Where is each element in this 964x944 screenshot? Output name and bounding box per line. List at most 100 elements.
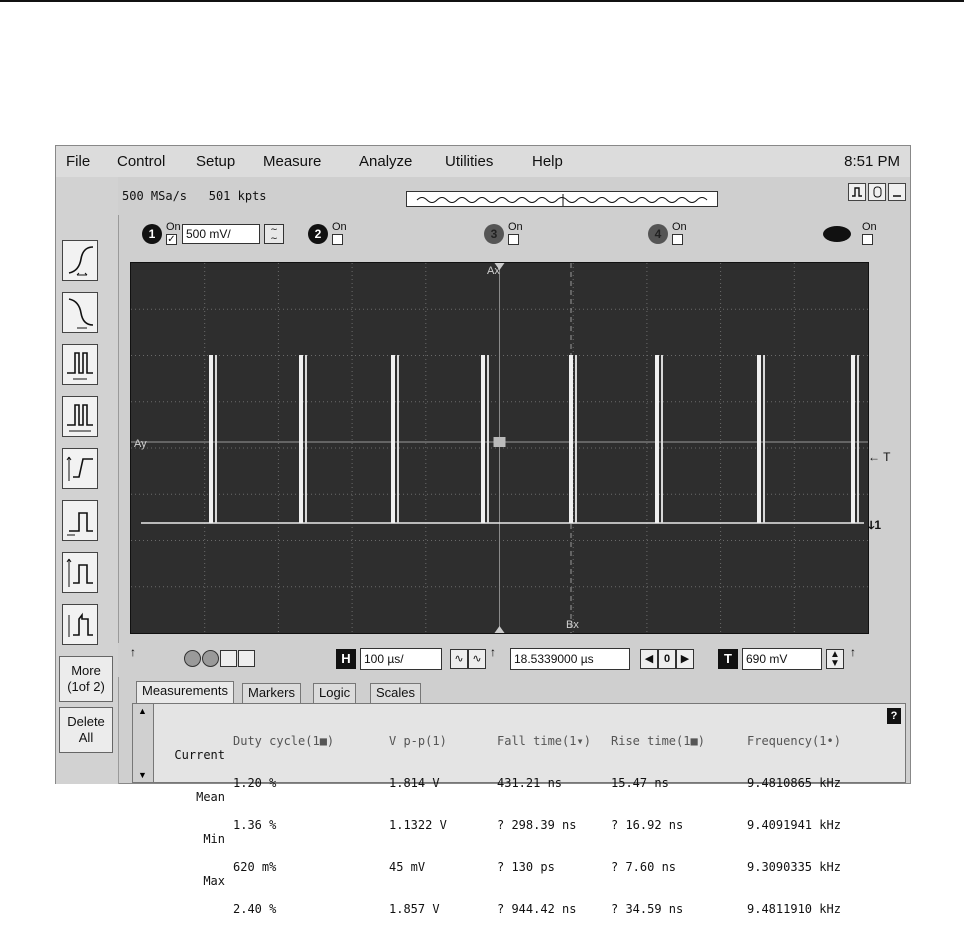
- delete-all-button[interactable]: Delete All: [59, 707, 113, 753]
- overview-waveform-icon: [416, 194, 708, 206]
- menu-bar: File Control Setup Measure Analyze Utili…: [56, 146, 910, 178]
- rise-time-button[interactable]: [62, 448, 98, 489]
- period-icon: [67, 404, 93, 432]
- minimize-icon[interactable]: [888, 183, 906, 201]
- fall-time-column: Fall time(1▾) 431.21 ns ? 298.39 ns ? 13…: [497, 734, 591, 916]
- marker-ax-top: Ax: [487, 265, 500, 277]
- marker-ay-left: Ay: [134, 438, 147, 450]
- falling-edge-trigger-button[interactable]: [62, 292, 98, 333]
- horizontal-scale-down[interactable]: ∿: [450, 649, 468, 669]
- horizontal-label: H: [336, 649, 356, 669]
- horizontal-scale-field[interactable]: 100 µs/: [360, 648, 442, 670]
- pulse-3: [391, 355, 395, 523]
- amplitude-button[interactable]: [62, 552, 98, 593]
- tab-measurements[interactable]: Measurements: [136, 681, 234, 703]
- pan-left-button[interactable]: ◀: [640, 649, 658, 669]
- pulse-edge-5: [575, 355, 577, 523]
- overshoot-icon: [68, 612, 93, 637]
- menu-help[interactable]: Help: [532, 153, 563, 170]
- channel-4-on-checkbox[interactable]: [672, 234, 683, 245]
- marker-bx: Bx: [566, 619, 579, 631]
- tab-markers[interactable]: Markers: [242, 683, 301, 703]
- stop-icon[interactable]: [202, 650, 219, 667]
- tab-logic[interactable]: Logic: [313, 683, 357, 703]
- menu-file[interactable]: File: [66, 153, 90, 170]
- math-function-icon[interactable]: [823, 226, 851, 242]
- menu-control[interactable]: Control: [117, 153, 165, 170]
- oscilloscope-window: File Control Setup Measure Analyze Utili…: [55, 145, 911, 916]
- vpp-column: V p-p(1) 1.814 V 1.1322 V 45 mV 1.857 V: [389, 734, 447, 916]
- scroll-up-icon[interactable]: ▲: [138, 706, 147, 716]
- math-on-checkbox[interactable]: [862, 234, 873, 245]
- print-icon[interactable]: [238, 650, 255, 667]
- arrow-up-icon: ↑: [130, 645, 136, 659]
- more-button[interactable]: More (1of 2): [59, 656, 113, 702]
- menu-measure[interactable]: Measure: [263, 153, 321, 170]
- channel-2-on-label: On: [332, 221, 347, 233]
- timebase-control-row: ↑ H 100 µs/ ∿ ∿ ↑ 18.5339000 µs ◀ 0 ▶ T …: [118, 643, 910, 677]
- trigger-level-spinner[interactable]: ▲ ▼: [826, 649, 844, 669]
- rising-edge-icon: [68, 246, 94, 276]
- clock: 8:51 PM: [844, 153, 900, 170]
- pulse-width-icon: [67, 352, 93, 380]
- channel-1-scale-spinner[interactable]: ∼ ∼: [264, 224, 284, 244]
- delay-arrow-icon: ↑: [490, 645, 496, 659]
- run-icon[interactable]: [184, 650, 201, 667]
- rising-edge-trigger-button[interactable]: [62, 240, 98, 281]
- pulse-edge-2: [305, 355, 307, 523]
- pulse-8: [851, 355, 855, 523]
- waveform-display[interactable]: Ax Ay Bx: [130, 262, 869, 634]
- pulse-2: [299, 355, 303, 523]
- pulse-edge-3: [397, 355, 399, 523]
- channel-2-icon[interactable]: 2: [308, 224, 328, 244]
- menu-setup[interactable]: Setup: [196, 153, 235, 170]
- overshoot-button[interactable]: [62, 604, 98, 645]
- channel-3-icon[interactable]: 3: [484, 224, 504, 244]
- acquisition-bar: 500 MSa/s 501 kpts: [118, 177, 910, 215]
- channel-4-on-label: On: [672, 221, 687, 233]
- channel-1-icon[interactable]: 1: [142, 224, 162, 244]
- trigger-label: T: [718, 649, 738, 669]
- trigger-level-field[interactable]: 690 mV: [742, 648, 822, 670]
- pulse-4: [481, 355, 485, 523]
- pan-center-button[interactable]: 0: [658, 649, 676, 669]
- help-button[interactable]: ?: [887, 708, 901, 724]
- channel-1-scale-field[interactable]: 500 mV/: [182, 224, 260, 244]
- menu-utilities[interactable]: Utilities: [445, 153, 493, 170]
- horizontal-delay-field[interactable]: 18.5339000 µs: [510, 648, 630, 670]
- mouse-icon[interactable]: [868, 183, 886, 201]
- pulse-top-button[interactable]: [62, 500, 98, 541]
- sample-rate: 500 MSa/s 501 kpts: [122, 189, 267, 203]
- channel-1-on-checkbox[interactable]: ✓: [166, 234, 177, 245]
- period-button[interactable]: [62, 396, 98, 437]
- pulse-7: [757, 355, 761, 523]
- channel-3-on-label: On: [508, 221, 523, 233]
- pulse-1: [209, 355, 213, 523]
- amplitude-icon: [66, 558, 93, 587]
- frequency-column: Frequency(1•) 9.4810865 kHz 9.4091941 kH…: [747, 734, 841, 916]
- horizontal-scale-up[interactable]: ∿: [468, 649, 486, 669]
- pulse-edge-8: [857, 355, 859, 523]
- pulse-edge-6: [661, 355, 663, 523]
- square-wave-icon[interactable]: [848, 183, 866, 201]
- pan-right-button[interactable]: ▶: [676, 649, 694, 669]
- channel-3-on-checkbox[interactable]: [508, 234, 519, 245]
- pulse-edge-4: [487, 355, 489, 523]
- image-icon[interactable]: [220, 650, 237, 667]
- rise-time-icon: [66, 456, 93, 481]
- scroll-down-icon[interactable]: ▼: [138, 770, 147, 780]
- trigger-pos-arrow: [494, 626, 505, 633]
- measurements-scrollbar[interactable]: ▲ ▼: [133, 704, 154, 782]
- pulse-5: [569, 355, 573, 523]
- channel-4-icon[interactable]: 4: [648, 224, 668, 244]
- pulse-width-button[interactable]: [62, 344, 98, 385]
- channel-2-on-checkbox[interactable]: [332, 234, 343, 245]
- row-labels: Current Mean Min Max: [174, 748, 225, 888]
- pulse-edge-7: [763, 355, 765, 523]
- waveform-overview[interactable]: [406, 191, 718, 207]
- menu-analyze[interactable]: Analyze: [359, 153, 412, 170]
- left-toolbar: More (1of 2) Delete All: [56, 177, 119, 784]
- pulse-edge-1: [215, 355, 217, 523]
- page-top-rule: [0, 0, 964, 2]
- tab-scales[interactable]: Scales: [370, 683, 422, 703]
